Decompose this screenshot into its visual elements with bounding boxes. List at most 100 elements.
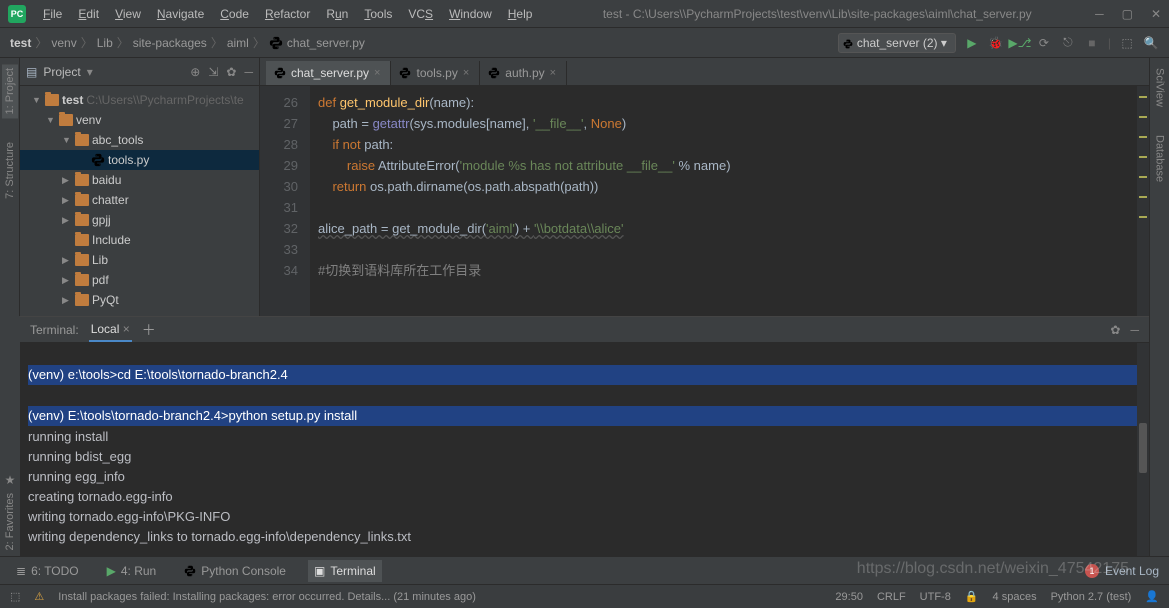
vcs-update-icon[interactable]: ⬚ [1119,35,1135,51]
tree-include[interactable]: Include [20,230,259,250]
bottom-toolwindow-bar: ≣6: TODO ▶4: Run Python Console ▣Termina… [0,556,1169,584]
tree-tools-py[interactable]: tools.py [20,150,259,170]
menu-tools[interactable]: Tools [357,4,399,24]
event-log[interactable]: Event Log [1105,564,1159,578]
maximize-icon[interactable]: ▢ [1122,7,1133,21]
status-indent[interactable]: 4 spaces [993,591,1037,603]
menu-navigate[interactable]: Navigate [150,4,211,24]
tab-label: tools.py [416,66,457,80]
tree-gpjj[interactable]: ▶gpjj [20,210,259,230]
python-icon [399,67,411,79]
crumb-0[interactable]: test [10,36,31,50]
tab-tools[interactable]: tools.py × [391,61,480,85]
collapse-icon[interactable]: ⇲ [208,65,218,79]
crumb-4[interactable]: aiml [227,36,249,50]
debug-icon[interactable]: 🐞 [988,35,1004,51]
crumb-5[interactable]: chat_server.py [287,36,365,50]
menu-help[interactable]: Help [501,4,540,24]
tab-chat-server[interactable]: chat_server.py× [266,61,391,85]
search-icon[interactable]: 🔍 [1143,35,1159,51]
folder-icon [75,254,89,266]
star-icon[interactable]: ★ [5,473,16,487]
btab-run[interactable]: ▶4: Run [101,560,163,582]
tree-abc-tools[interactable]: ▼abc_tools [20,130,259,150]
status-position[interactable]: 29:50 [835,591,863,603]
lock-icon[interactable]: 🔒 [965,590,979,603]
gear-icon[interactable]: ✿ [226,65,236,79]
terminal-line: running egg_info [28,467,1141,487]
right-toolwindow-bar: SciView Database [1149,58,1169,556]
minimize-icon[interactable]: ─ [1095,7,1104,21]
menu-refactor[interactable]: Refactor [258,4,317,24]
tw-project[interactable]: 1: Project [2,64,18,118]
close-icon[interactable]: × [374,67,380,79]
tree-chatter[interactable]: ▶chatter [20,190,259,210]
tw-structure[interactable]: 7: Structure [2,138,18,203]
btab-terminal[interactable]: ▣Terminal [308,560,382,582]
menu-vcs[interactable]: VCS [401,4,440,24]
menu-file[interactable]: File [36,4,69,24]
hide-icon[interactable]: ─ [1130,323,1139,337]
profile-icon[interactable]: ⟳ [1036,35,1052,51]
tw-sciview[interactable]: SciView [1152,64,1168,111]
terminal-line: running install [28,427,1141,447]
python-icon [843,39,853,49]
folder-icon [59,114,73,126]
close-icon[interactable]: ✕ [1151,7,1161,21]
status-inspect-icon[interactable]: 👤 [1145,590,1159,603]
tree-label: Lib [92,251,108,269]
status-bar: ⬚ ⚠ Install packages failed: Installing … [0,584,1169,608]
close-icon[interactable]: × [463,67,469,79]
menu-run[interactable]: Run [319,4,355,24]
terminal-panel: Terminal: Local × ＋ ✿ ─ (venv) e:\tools>… [20,316,1149,556]
status-line-sep[interactable]: CRLF [877,591,906,603]
terminal-tab-local[interactable]: Local × [89,318,132,342]
crumb-1[interactable]: venv [51,36,76,50]
btab-python-console[interactable]: Python Console [178,560,292,582]
status-encoding[interactable]: UTF-8 [920,591,951,603]
tree-pyqt[interactable]: ▶PyQt [20,290,259,310]
project-view-icon[interactable]: ▤ [26,65,37,79]
menu-view[interactable]: View [108,4,148,24]
attach-icon[interactable]: ⎋ [1060,35,1076,51]
coverage-icon[interactable]: ▶⎇ [1012,35,1028,51]
run-icon[interactable]: ▶ [964,35,980,51]
locate-icon[interactable]: ⊕ [190,65,200,79]
tree-lib[interactable]: ▶Lib [20,250,259,270]
tree-pdf[interactable]: ▶pdf [20,270,259,290]
menu-window[interactable]: Window [442,4,499,24]
btab-todo[interactable]: ≣6: TODO [10,560,85,582]
new-terminal-icon[interactable]: ＋ [142,320,156,340]
menu-code[interactable]: Code [213,4,256,24]
hide-icon[interactable]: ─ [244,65,253,79]
tab-label: auth.py [505,66,544,80]
status-message[interactable]: Install packages failed: Installing pack… [58,591,476,603]
close-icon[interactable]: × [550,67,556,79]
left-bar-bottom: 2: Favorites ★ [0,316,20,556]
tree-root[interactable]: ▼ test C:\Users\\PycharmProjects\te [20,90,259,110]
crumb-2[interactable]: Lib [97,36,113,50]
editor-tabs: chat_server.py× tools.py × auth.py × [260,58,1149,86]
terminal-line: writing dependency_links to tornado.egg-… [28,527,1141,547]
tab-auth[interactable]: auth.py × [480,61,567,85]
tree-venv[interactable]: ▼venv [20,110,259,130]
project-label[interactable]: Project [43,65,80,79]
crumb-3[interactable]: site-packages [133,36,207,50]
status-interpreter[interactable]: Python 2.7 (test) [1051,591,1132,603]
terminal-line: (venv) E:\tools\tornado-branch2.4>python… [28,406,1141,426]
tw-database[interactable]: Database [1152,131,1168,186]
tree-baidu[interactable]: ▶baidu [20,170,259,190]
status-icon[interactable]: ⬚ [10,590,20,603]
tw-favorites[interactable]: 2: Favorites [4,493,16,550]
python-icon [91,153,105,167]
gear-icon[interactable]: ✿ [1110,323,1120,337]
run-config-select[interactable]: chat_server (2) ▾ [838,33,956,53]
terminal-body[interactable]: (venv) e:\tools>cd E:\tools\tornado-bran… [20,343,1149,556]
stop-icon[interactable]: ■ [1084,35,1100,51]
folder-icon [75,134,89,146]
tree-label: tools.py [108,151,149,169]
folder-icon [75,214,89,226]
terminal-scrollbar[interactable] [1137,343,1149,556]
menu-edit[interactable]: Edit [71,4,106,24]
close-icon[interactable]: × [123,322,130,336]
